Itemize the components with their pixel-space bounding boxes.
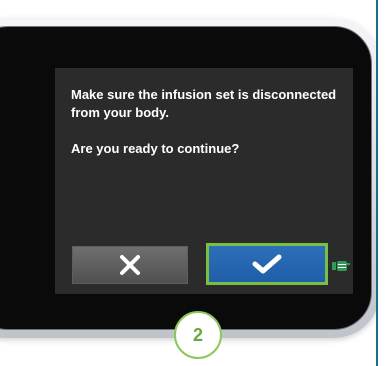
right-panel-bg [378, 0, 392, 366]
instruction-stage: Make sure the infusion set is disconnect… [0, 0, 392, 366]
step-number-badge: 2 [174, 311, 222, 359]
cancel-button[interactable] [72, 246, 188, 284]
dialog-message-line2: Are you ready to continue? [71, 141, 240, 156]
device-screen: Make sure the infusion set is disconnect… [55, 68, 353, 294]
checkmark-icon [252, 254, 282, 274]
right-divider-line [376, 0, 378, 366]
finger-pointer-icon [332, 261, 350, 271]
x-icon [120, 255, 140, 275]
dialog-message-line1: Make sure the infusion set is disconnect… [71, 87, 337, 120]
confirm-button[interactable] [206, 243, 328, 285]
dialog-message: Make sure the infusion set is disconnect… [71, 86, 337, 158]
